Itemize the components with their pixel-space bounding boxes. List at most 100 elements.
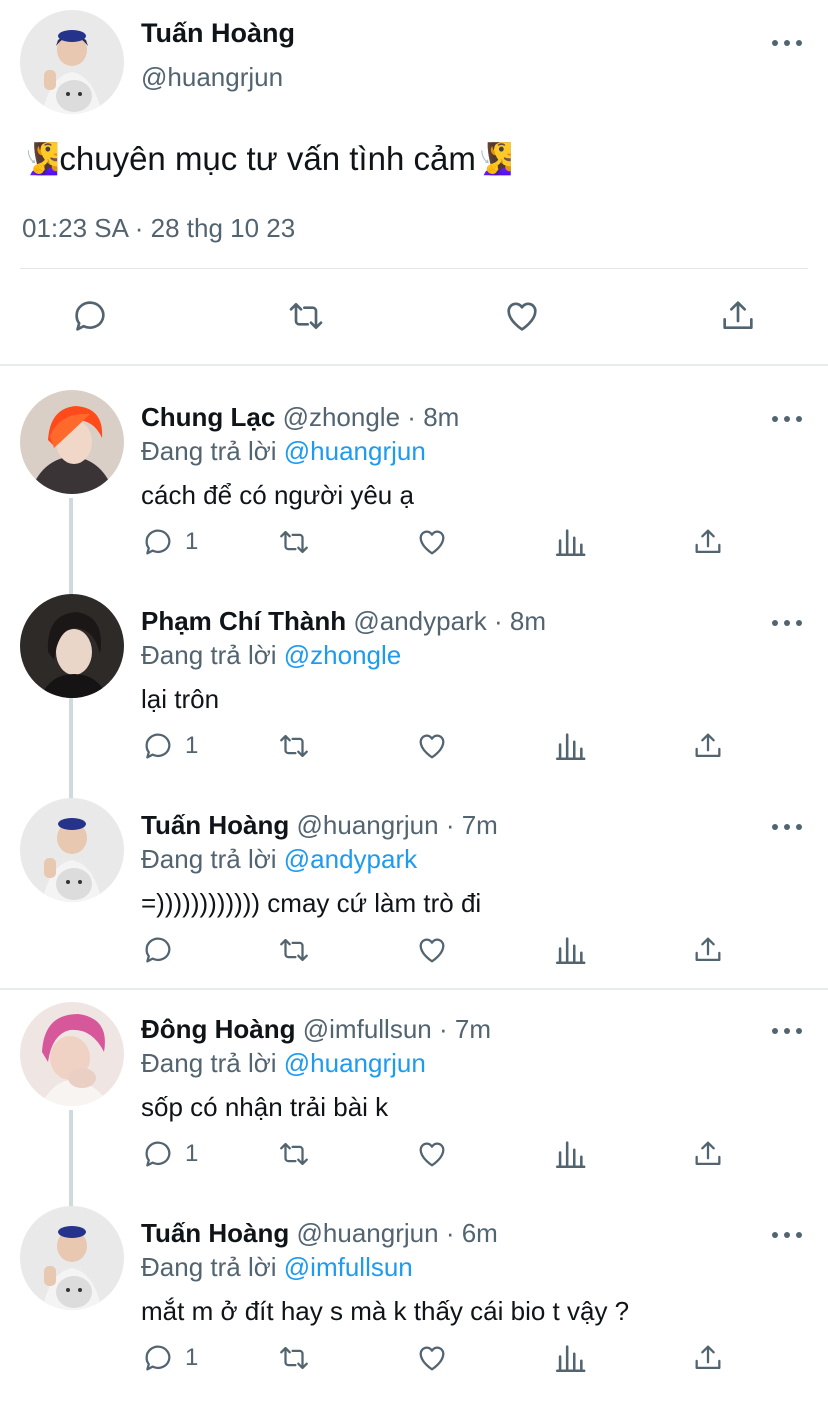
reply-author-name[interactable]: Chung Lạc: [141, 402, 275, 432]
tweet-text: 🧏‍♀️ chuyên mục tư vấn tình cảm 🧏‍♀️: [22, 140, 513, 178]
retweet-button[interactable]: [277, 524, 311, 560]
analytics-button[interactable]: [553, 932, 587, 968]
more-options-icon[interactable]: [772, 1230, 802, 1240]
reply-actions: 1: [141, 728, 741, 764]
reply-header: Chung Lạc @zhongle · 8m: [141, 402, 459, 433]
replying-to-label: Đang trả lời: [141, 844, 284, 874]
analytics-icon: [555, 937, 586, 965]
reply-author-name[interactable]: Tuấn Hoàng: [141, 1218, 289, 1248]
reply-time[interactable]: 7m: [455, 1014, 491, 1044]
reply-author-handle[interactable]: @imfullsun: [303, 1014, 432, 1044]
reply-count: 1: [185, 1344, 199, 1371]
like-button[interactable]: [415, 524, 449, 560]
analytics-button[interactable]: [553, 728, 587, 764]
like-icon: [419, 734, 445, 759]
reply-actions: 1: [141, 1340, 741, 1376]
reply-avatar[interactable]: [20, 1002, 124, 1106]
share-icon[interactable]: [718, 296, 758, 336]
share-button[interactable]: [691, 932, 725, 968]
reply-text: lại trôn: [141, 684, 220, 714]
like-icon[interactable]: [502, 296, 542, 336]
reply-button[interactable]: 1: [141, 1136, 198, 1172]
reply-avatar[interactable]: [20, 1206, 124, 1310]
replying-to-mention[interactable]: @huangrjun: [284, 436, 426, 466]
reply-time[interactable]: 7m: [462, 810, 498, 840]
more-options-icon[interactable]: [772, 618, 802, 628]
reply-author-name[interactable]: Đông Hoàng: [141, 1014, 296, 1044]
replying-to-mention[interactable]: @imfullsun: [284, 1252, 413, 1282]
reply-icon: [145, 733, 171, 759]
section-divider: [0, 364, 828, 366]
like-icon: [419, 938, 445, 963]
tweet-timestamp[interactable]: 01:23 SA · 28 thg 10 23: [22, 213, 295, 244]
reply-tweet[interactable]: Tuấn Hoàng @huangrjun · 6m Đang trả lời …: [0, 1206, 828, 1420]
more-options-icon[interactable]: [772, 1026, 802, 1036]
replying-to-mention[interactable]: @andypark: [284, 844, 417, 874]
share-button[interactable]: [691, 1136, 725, 1172]
replying-to-label: Đang trả lời: [141, 1252, 284, 1282]
like-button[interactable]: [415, 932, 449, 968]
reply-tweet[interactable]: Đông Hoàng @imfullsun · 7m Đang trả lời …: [0, 1002, 828, 1216]
analytics-button[interactable]: [553, 1136, 587, 1172]
retweet-button[interactable]: [277, 728, 311, 764]
reply-actions: 1: [141, 1136, 741, 1172]
retweet-icon: [280, 734, 308, 758]
reply-time[interactable]: 8m: [510, 606, 546, 636]
reply-button[interactable]: 1: [141, 1340, 198, 1376]
reply-icon: [145, 1141, 171, 1167]
reply-tweet[interactable]: Tuấn Hoàng @huangrjun · 7m Đang trả lời …: [0, 798, 828, 1012]
replying-to: Đang trả lời @zhongle: [141, 640, 401, 671]
analytics-button[interactable]: [553, 1340, 587, 1376]
share-icon: [695, 733, 721, 758]
reply-time[interactable]: 6m: [462, 1218, 498, 1248]
reply-header: Đông Hoàng @imfullsun · 7m: [141, 1014, 491, 1045]
author-name[interactable]: Tuấn Hoàng: [141, 18, 295, 49]
analytics-icon: [555, 1345, 586, 1373]
share-button[interactable]: [691, 1340, 725, 1376]
like-button[interactable]: [415, 1340, 449, 1376]
replying-to: Đang trả lời @imfullsun: [141, 1252, 413, 1283]
share-button[interactable]: [691, 728, 725, 764]
replying-to: Đang trả lời @andypark: [141, 844, 417, 875]
reply-author-handle[interactable]: @zhongle: [283, 402, 400, 432]
retweet-button[interactable]: [277, 1136, 311, 1172]
author-handle[interactable]: @huangrjun: [141, 62, 283, 93]
analytics-button[interactable]: [553, 524, 587, 560]
retweet-icon[interactable]: [286, 296, 326, 336]
reply-avatar[interactable]: [20, 390, 124, 494]
reply-count: 1: [185, 1140, 199, 1167]
reply-author-handle[interactable]: @huangrjun: [297, 810, 439, 840]
share-icon: [695, 529, 721, 554]
share-button[interactable]: [691, 524, 725, 560]
reply-author-name[interactable]: Phạm Chí Thành: [141, 606, 346, 636]
reply-tweet[interactable]: Chung Lạc @zhongle · 8m Đang trả lời @hu…: [0, 390, 828, 604]
separator-dot: ·: [493, 606, 503, 636]
reply-icon[interactable]: [70, 296, 110, 336]
reply-avatar[interactable]: [20, 798, 124, 902]
reply-author-handle[interactable]: @huangrjun: [297, 1218, 439, 1248]
reply-count: 1: [185, 732, 199, 759]
separator-dot: ·: [438, 1014, 448, 1044]
reply-button[interactable]: [141, 932, 185, 968]
like-button[interactable]: [415, 1136, 449, 1172]
reply-tweet[interactable]: Phạm Chí Thành @andypark · 8m Đang trả l…: [0, 594, 828, 808]
replying-to: Đang trả lời @huangrjun: [141, 436, 426, 467]
reply-time[interactable]: 8m: [423, 402, 459, 432]
retweet-button[interactable]: [277, 932, 311, 968]
retweet-button[interactable]: [277, 1340, 311, 1376]
tweet-body: chuyên mục tư vấn tình cảm: [59, 140, 476, 177]
reply-avatar[interactable]: [20, 594, 124, 698]
replying-to-mention[interactable]: @huangrjun: [284, 1048, 426, 1078]
author-avatar[interactable]: [20, 10, 124, 114]
reply-text: =)))))))))))) cmay cứ làm trò đi: [141, 888, 482, 918]
reply-button[interactable]: 1: [141, 524, 198, 560]
reply-author-name[interactable]: Tuấn Hoàng: [141, 810, 289, 840]
more-options-icon[interactable]: [772, 38, 802, 48]
like-icon: [419, 1346, 445, 1371]
like-button[interactable]: [415, 728, 449, 764]
reply-button[interactable]: 1: [141, 728, 198, 764]
more-options-icon[interactable]: [772, 822, 802, 832]
replying-to-mention[interactable]: @zhongle: [284, 640, 401, 670]
reply-author-handle[interactable]: @andypark: [353, 606, 486, 636]
more-options-icon[interactable]: [772, 414, 802, 424]
